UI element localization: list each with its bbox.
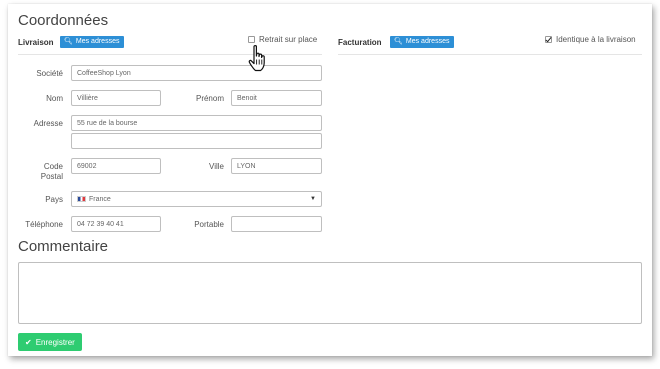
- save-button-label: Enregistrer: [35, 337, 75, 347]
- caret-down-icon: ▼: [310, 196, 316, 202]
- pickup-label: Retrait sur place: [259, 35, 318, 44]
- facturation-addresses-button-label: Mes adresses: [405, 38, 450, 45]
- pays-label: Pays: [45, 195, 63, 204]
- societe-input[interactable]: CoffeeShop Lyon: [71, 65, 322, 81]
- search-icon: 🔍︎: [64, 38, 73, 45]
- commentaire-textarea[interactable]: [18, 262, 642, 324]
- facturation-divider: [338, 54, 642, 55]
- livraison-label: Livraison: [18, 38, 54, 47]
- pickup-checkbox[interactable]: [248, 36, 255, 43]
- societe-label: Société: [36, 69, 63, 78]
- portable-input[interactable]: [231, 216, 322, 232]
- save-button[interactable]: ✔ Enregistrer: [18, 333, 82, 351]
- same-as-delivery-option[interactable]: Identique à la livraison: [545, 35, 636, 44]
- search-icon: 🔍︎: [394, 38, 403, 45]
- adresse-line2-input[interactable]: [71, 133, 322, 149]
- coordonnees-title: Coordonnées: [18, 12, 109, 29]
- prenom-input[interactable]: Benoit: [231, 90, 322, 106]
- adresse-line1-input[interactable]: 55 rue de la bourse: [71, 115, 322, 131]
- same-as-delivery-label: Identique à la livraison: [556, 35, 636, 44]
- pays-selected: France: [77, 196, 111, 203]
- form-panel: Coordonnées Livraison 🔍︎ Mes adresses Re…: [8, 4, 652, 356]
- pays-select[interactable]: France ▼: [71, 191, 322, 207]
- same-as-delivery-checkbox[interactable]: [545, 36, 552, 43]
- adresse-label: Adresse: [33, 119, 63, 128]
- nom-input[interactable]: Villière: [71, 90, 161, 106]
- ville-label: Ville: [209, 162, 224, 171]
- telephone-label: Téléphone: [25, 220, 63, 229]
- code-postal-input[interactable]: 69002: [71, 158, 161, 174]
- hand-pointer-icon: [248, 45, 265, 72]
- ville-input[interactable]: LYON: [231, 158, 322, 174]
- france-flag-icon: [77, 195, 86, 202]
- nom-label: Nom: [46, 94, 63, 103]
- code-postal-label: Code Postal: [18, 162, 63, 182]
- pays-selected-label: France: [89, 195, 111, 203]
- code-postal-label-line1: Code: [43, 162, 63, 171]
- facturation-addresses-button[interactable]: 🔍︎ Mes adresses: [390, 36, 455, 48]
- prenom-label: Prénom: [195, 94, 224, 103]
- facturation-label: Facturation: [338, 38, 382, 47]
- commentaire-title: Commentaire: [18, 238, 109, 255]
- check-icon: ✔: [25, 337, 32, 347]
- telephone-input[interactable]: 04 72 39 40 41: [71, 216, 161, 232]
- portable-label: Portable: [194, 220, 224, 229]
- code-postal-label-line2: Postal: [40, 172, 63, 181]
- livraison-divider: [18, 54, 322, 55]
- livraison-addresses-button[interactable]: 🔍︎ Mes adresses: [60, 36, 125, 48]
- pickup-option[interactable]: Retrait sur place: [248, 35, 317, 44]
- livraison-addresses-button-label: Mes adresses: [75, 38, 120, 45]
